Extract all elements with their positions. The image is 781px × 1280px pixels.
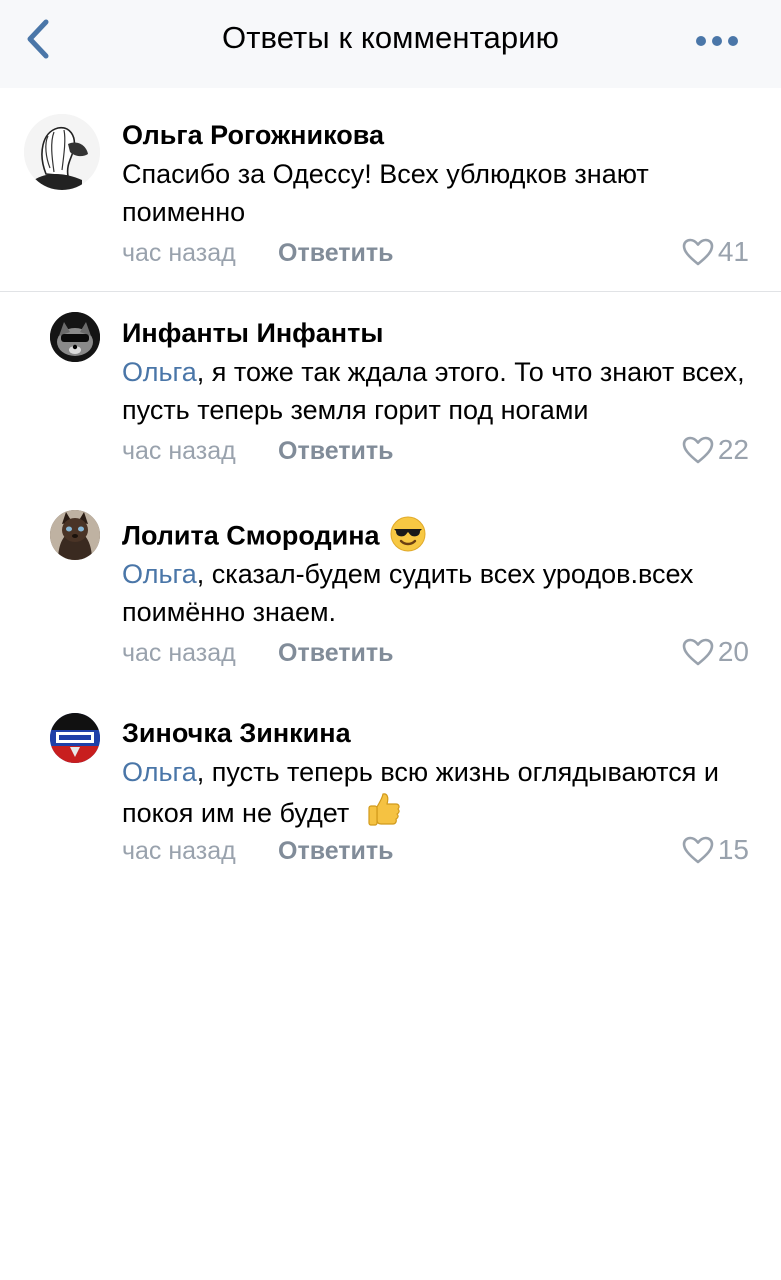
comment-body: , я тоже так ждала этого. То что знают в…	[122, 357, 745, 425]
avatar[interactable]	[24, 114, 100, 190]
comment-body: Спасибо за Одессу! Всех ублюдков знают п…	[122, 159, 649, 227]
comment-author[interactable]: Лолита Смородина	[122, 516, 426, 559]
heart-icon	[682, 238, 714, 266]
comment-author[interactable]: Инфанты Инфанты	[122, 318, 383, 349]
comment-author[interactable]: Зиночка Зинкина	[122, 718, 351, 749]
comment-author-name: Лолита Смородина	[122, 520, 380, 551]
reply-button[interactable]: Ответить	[278, 437, 394, 466]
like-count: 20	[717, 636, 749, 667]
more-button[interactable]	[695, 26, 743, 56]
like-count: 22	[717, 434, 749, 465]
mention-link[interactable]: Ольга	[122, 559, 197, 589]
heart-icon	[682, 436, 714, 464]
reply-button[interactable]: Ответить	[278, 239, 394, 268]
mention-link[interactable]: Ольга	[122, 357, 197, 387]
comment-body: , сказал-будем судить всех уродов.всех п…	[122, 559, 694, 627]
heart-icon	[682, 638, 714, 666]
navigation-bar: Ответы к комментарию	[0, 0, 781, 88]
reply-button[interactable]: Ответить	[278, 837, 394, 866]
sunglasses-emoji	[390, 516, 426, 559]
thumbs-up-emoji	[365, 791, 403, 839]
avatar[interactable]	[50, 510, 100, 560]
avatar[interactable]	[50, 312, 100, 362]
comment-text: Ольга, я тоже так ждала этого. То что зн…	[122, 353, 752, 429]
comment-time: час назад	[122, 837, 236, 865]
like-count: 41	[717, 236, 749, 267]
comment-body: , пусть теперь всю жизнь оглядываются и …	[122, 757, 719, 829]
like-button[interactable]: 41	[682, 236, 749, 268]
mention-link[interactable]: Ольга	[122, 757, 197, 787]
comment-time: час назад	[122, 437, 236, 465]
comment-time: час назад	[122, 639, 236, 667]
comment-time: час назад	[122, 239, 236, 267]
avatar[interactable]	[50, 713, 100, 763]
like-button[interactable]: 22	[682, 434, 749, 466]
page-title: Ответы к комментарию	[222, 20, 559, 55]
like-count: 15	[717, 834, 749, 865]
like-button[interactable]: 20	[682, 636, 749, 668]
more-horizontal-icon	[696, 36, 738, 46]
like-button[interactable]: 15	[682, 834, 749, 866]
comment-text: Ольга, пусть теперь всю жизнь оглядывают…	[122, 753, 752, 839]
reply-button[interactable]: Ответить	[278, 639, 394, 668]
comment-author[interactable]: Ольга Рогожникова	[122, 120, 384, 151]
divider	[0, 291, 781, 292]
comment-text: Спасибо за Одессу! Всех ублюдков знают п…	[122, 155, 752, 231]
heart-icon	[682, 836, 714, 864]
comment-text: Ольга, сказал-будем судить всех уродов.в…	[122, 555, 752, 631]
